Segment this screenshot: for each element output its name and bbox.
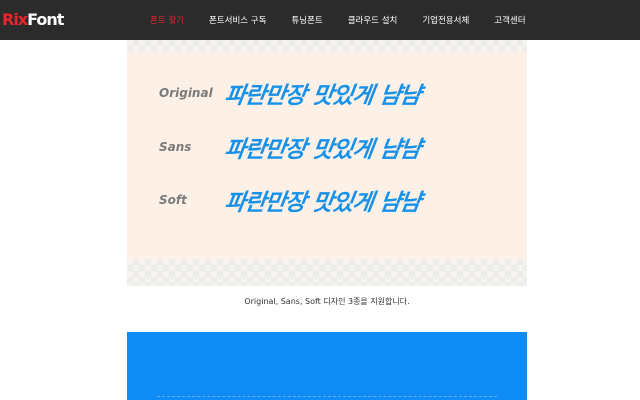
logo-font-text: Font [27,9,64,29]
checker-pattern-bottom [127,259,527,286]
sample-text: 파란만장 맛있게 냠냠 [222,190,422,216]
nav-item-cloud-install[interactable]: 클라우드 설치 [348,14,398,26]
main-nav: 폰트 찾기 폰트서비스 구독 튜닝폰트 클라우드 설치 기업전용서체 고객센터 [150,0,551,40]
blue-feature-panel [127,332,527,400]
sample-style-label: Soft [159,193,187,207]
dashed-divider [157,396,497,397]
nav-item-customer-center[interactable]: 고객센터 [494,14,525,26]
top-navigation-bar: Rix Font 폰트 찾기 폰트서비스 구독 튜닝폰트 클라우드 설치 기업전용… [0,0,640,40]
nav-item-find-font[interactable]: 폰트 찾기 [150,14,184,26]
rixfont-logo[interactable]: Rix Font [2,8,64,30]
sample-text: 파란만장 맛있게 냠냠 [222,83,422,109]
sample-text: 파란만장 맛있게 냠냠 [222,137,422,163]
sample-caption: Original, Sans, Soft 디자인 3종을 지원합니다. [244,297,410,306]
logo-rix-text: Rix [2,9,28,29]
font-sample-panel: Original 파란만장 맛있게 냠냠 Sans 파란만장 맛있게 냠냠 So… [127,40,527,286]
sample-style-label: Sans [159,140,192,154]
nav-item-enterprise-font[interactable]: 기업전용서체 [422,14,469,26]
nav-item-tuning-font[interactable]: 튜닝폰트 [291,14,322,26]
sample-style-label: Original [159,86,213,100]
nav-item-subscription[interactable]: 폰트서비스 구독 [209,14,266,26]
checker-pattern-top [127,40,527,52]
